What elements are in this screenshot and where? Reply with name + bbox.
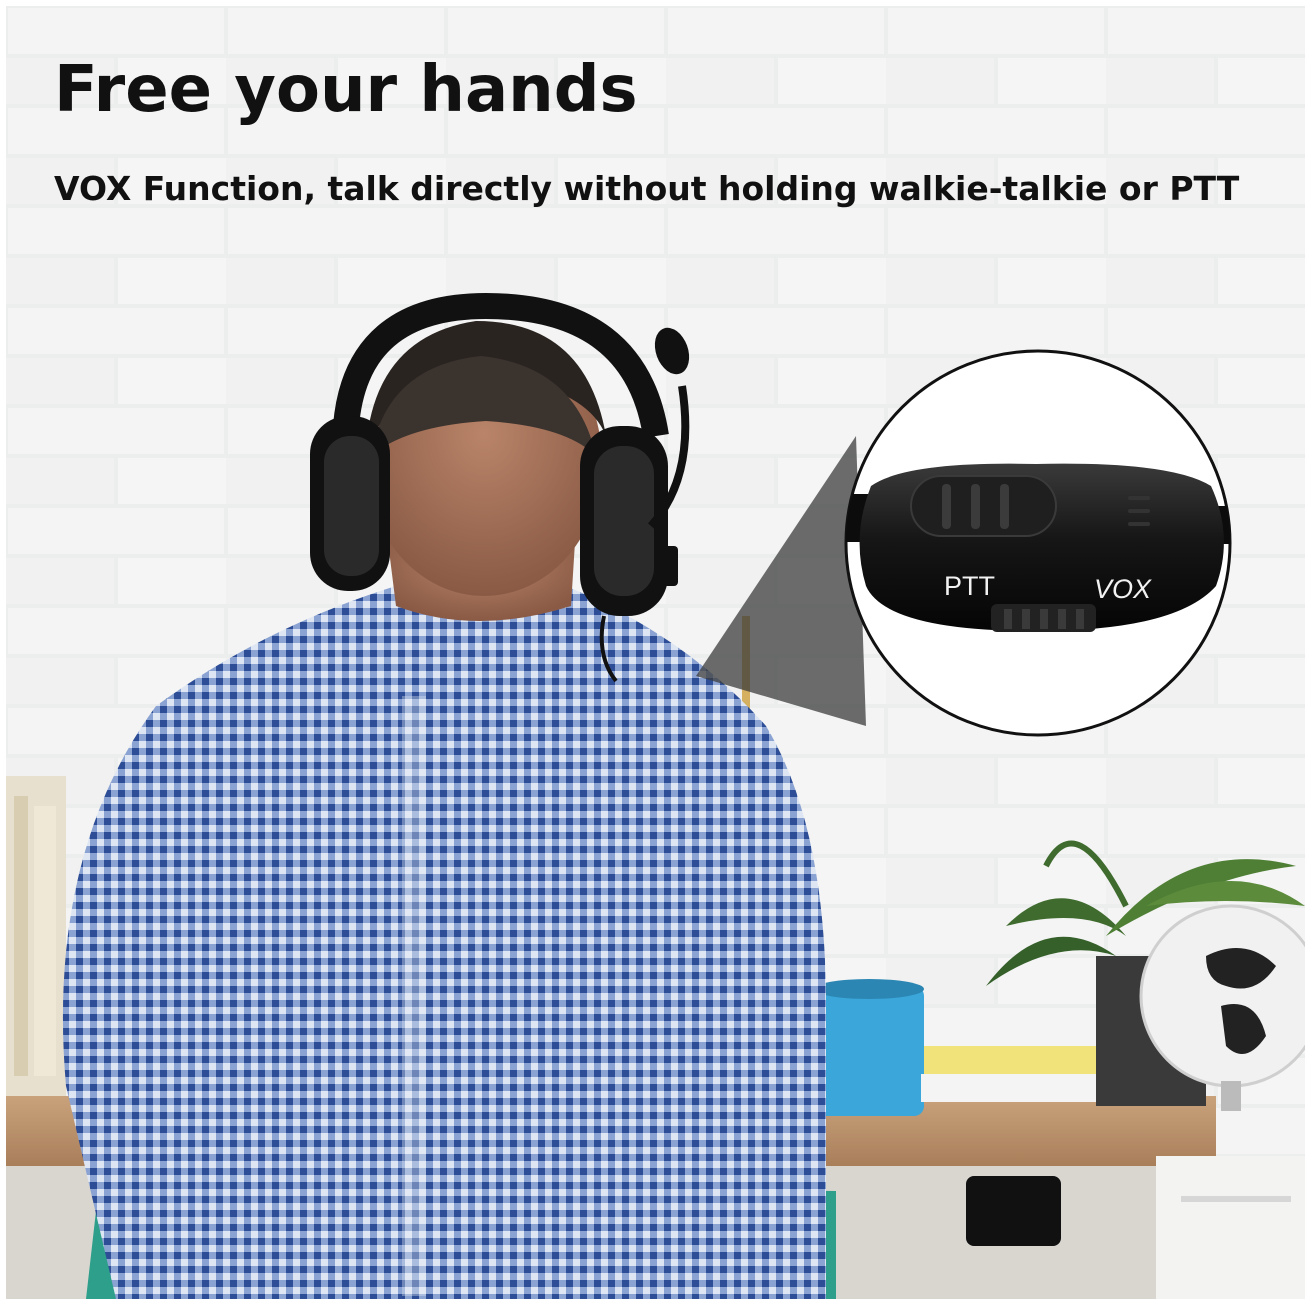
ptt-button [910, 475, 1057, 537]
product-photo-frame: Free your hands VOX Function, talk direc… [6, 6, 1305, 1299]
notebooks [924, 1046, 1104, 1074]
desk-clamp [966, 1176, 1061, 1246]
vox-slider [991, 604, 1096, 632]
mug [814, 986, 924, 1116]
ptt-label: PTT [944, 571, 995, 601]
subheadline: VOX Function, talk directly without hold… [54, 169, 1240, 208]
vox-label: VOX [1094, 574, 1152, 604]
drawer-cabinet [1156, 1156, 1305, 1299]
shirt [62, 586, 826, 1299]
headline: Free your hands [54, 53, 638, 127]
